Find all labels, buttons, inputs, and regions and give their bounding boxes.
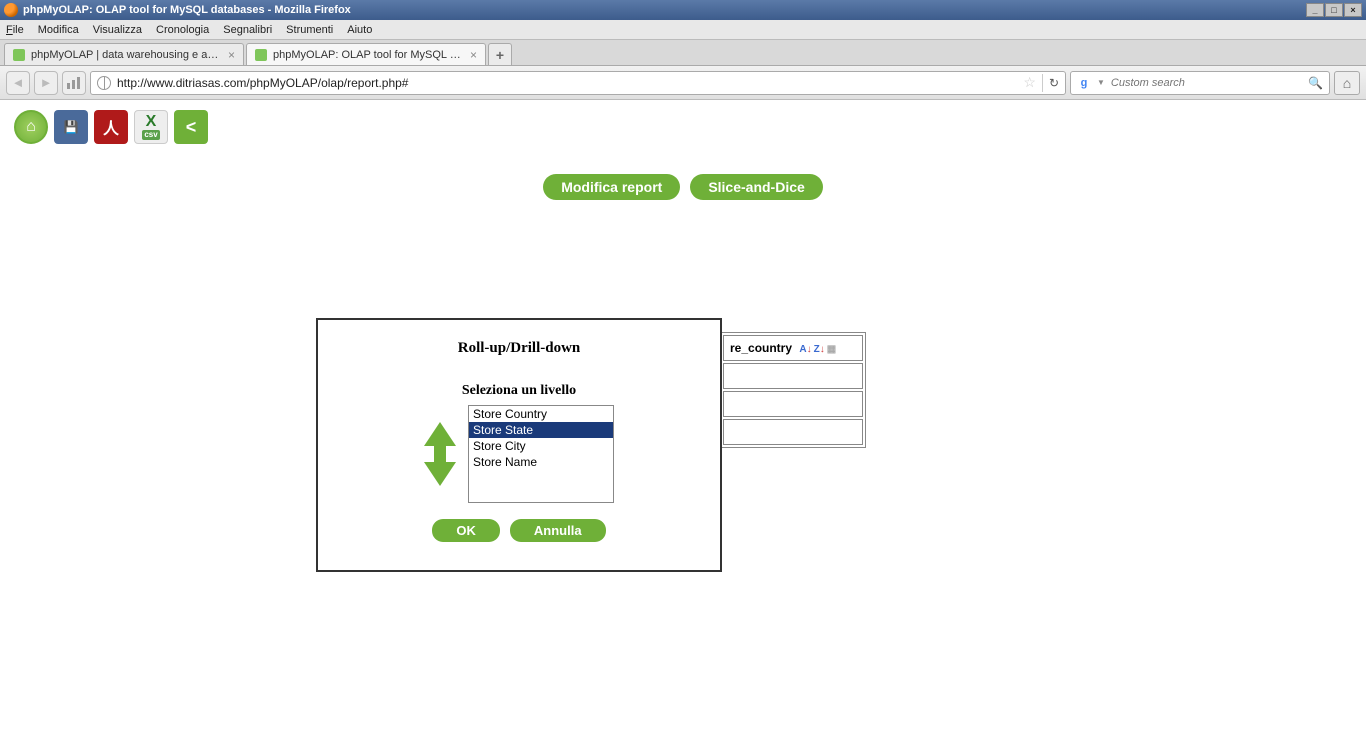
cancel-button[interactable]: Annulla	[510, 519, 606, 542]
home-button[interactable]: ⌂	[1334, 71, 1360, 95]
modify-report-button[interactable]: Modifica report	[543, 174, 680, 200]
globe-icon	[97, 76, 111, 90]
minimize-button[interactable]: _	[1306, 3, 1324, 17]
level-option[interactable]: Store City	[469, 438, 613, 454]
window-titlebar: phpMyOLAP: OLAP tool for MySQL databases…	[0, 0, 1366, 20]
reload-button[interactable]: ↻	[1049, 76, 1059, 90]
page-content: ⌂ 💾 人 X csv < Modifica report Slice-and-…	[0, 100, 1366, 740]
table-row[interactable]	[723, 391, 863, 417]
report-table: re_country A↓ Z↓ ▦	[720, 332, 866, 448]
rollup-arrow-up[interactable]	[424, 422, 456, 446]
toolbar-csv-button[interactable]: X csv	[134, 110, 168, 144]
url-text: http://www.ditriasas.com/phpMyOLAP/olap/…	[117, 76, 1017, 90]
menu-bookmarks[interactable]: Segnalibri	[223, 24, 272, 36]
level-select-listbox[interactable]: Store Country Store State Store City Sto…	[468, 405, 614, 503]
stats-button[interactable]	[62, 71, 86, 95]
drill-icon[interactable]: ▦	[827, 344, 836, 355]
menu-bar: File Modifica Visualizza Cronologia Segn…	[0, 20, 1366, 40]
forward-button[interactable]: ►	[34, 71, 58, 95]
toolbar-pdf-button[interactable]: 人	[94, 110, 128, 144]
tab-close-button[interactable]: ×	[470, 48, 477, 62]
tab-label: phpMyOLAP: OLAP tool for MySQL datab...	[273, 49, 464, 61]
table-row[interactable]	[723, 419, 863, 445]
search-input[interactable]	[1111, 77, 1302, 89]
rollup-drilldown-dialog: Roll-up/Drill-down Seleziona un livello …	[316, 318, 722, 572]
menu-tools[interactable]: Strumenti	[286, 24, 333, 36]
sort-asc-icon[interactable]: A↓	[799, 344, 811, 355]
excel-x-icon: X	[146, 114, 157, 130]
level-option[interactable]: Store State	[469, 422, 613, 438]
header-label: re_country	[730, 341, 792, 355]
menu-file[interactable]: File	[6, 24, 24, 36]
tab-1[interactable]: phpMyOLAP: OLAP tool for MySQL datab... …	[246, 43, 486, 65]
search-engine-dropdown[interactable]: ▼	[1097, 78, 1105, 87]
back-button[interactable]: ◄	[6, 71, 30, 95]
tab-close-button[interactable]: ×	[228, 48, 235, 62]
pdf-icon: 人	[103, 115, 119, 139]
level-option[interactable]: Store Name	[469, 454, 613, 470]
window-title: phpMyOLAP: OLAP tool for MySQL databases…	[23, 4, 351, 16]
drilldown-arrow-down[interactable]	[424, 462, 456, 486]
slice-and-dice-button[interactable]: Slice-and-Dice	[690, 174, 822, 200]
level-option[interactable]: Store Country	[469, 406, 613, 422]
search-box[interactable]: g ▼ 🔍	[1070, 71, 1330, 95]
bookmark-star-icon[interactable]: ☆	[1023, 74, 1036, 91]
sort-desc-icon[interactable]: Z↓	[814, 344, 825, 355]
maximize-button[interactable]: □	[1325, 3, 1343, 17]
toolbar-share-button[interactable]: <	[174, 110, 208, 144]
new-tab-button[interactable]: +	[488, 43, 512, 65]
floppy-icon: 💾	[64, 120, 79, 134]
table-header-cell[interactable]: re_country A↓ Z↓ ▦	[723, 335, 863, 361]
stats-icon	[67, 77, 81, 89]
dialog-title: Roll-up/Drill-down	[338, 340, 700, 357]
toolbar-home-button[interactable]: ⌂	[14, 110, 48, 144]
home-icon: ⌂	[26, 118, 36, 136]
menu-view[interactable]: Visualizza	[93, 24, 142, 36]
menu-edit[interactable]: Modifica	[38, 24, 79, 36]
menu-help[interactable]: Aiuto	[347, 24, 372, 36]
csv-label: csv	[142, 130, 159, 140]
tab-label: phpMyOLAP | data warehousing e analisi .…	[31, 49, 222, 61]
close-window-button[interactable]: ×	[1344, 3, 1362, 17]
tab-favicon	[255, 49, 267, 61]
google-icon: g	[1077, 76, 1091, 90]
dialog-subtitle: Seleziona un livello	[338, 383, 700, 399]
toolbar-save-button[interactable]: 💾	[54, 110, 88, 144]
table-row[interactable]	[723, 363, 863, 389]
report-action-bar: Modifica report Slice-and-Dice	[0, 174, 1366, 200]
tab-0[interactable]: phpMyOLAP | data warehousing e analisi .…	[4, 43, 244, 65]
menu-history[interactable]: Cronologia	[156, 24, 209, 36]
share-icon: <	[186, 117, 197, 138]
page-toolbar: ⌂ 💾 人 X csv <	[0, 100, 1366, 154]
ok-button[interactable]: OK	[432, 519, 500, 542]
url-bar[interactable]: http://www.ditriasas.com/phpMyOLAP/olap/…	[90, 71, 1066, 95]
search-button[interactable]: 🔍	[1308, 76, 1323, 90]
firefox-icon	[4, 3, 18, 17]
tab-strip: phpMyOLAP | data warehousing e analisi .…	[0, 40, 1366, 66]
nav-toolbar: ◄ ► http://www.ditriasas.com/phpMyOLAP/o…	[0, 66, 1366, 100]
tab-favicon	[13, 49, 25, 61]
